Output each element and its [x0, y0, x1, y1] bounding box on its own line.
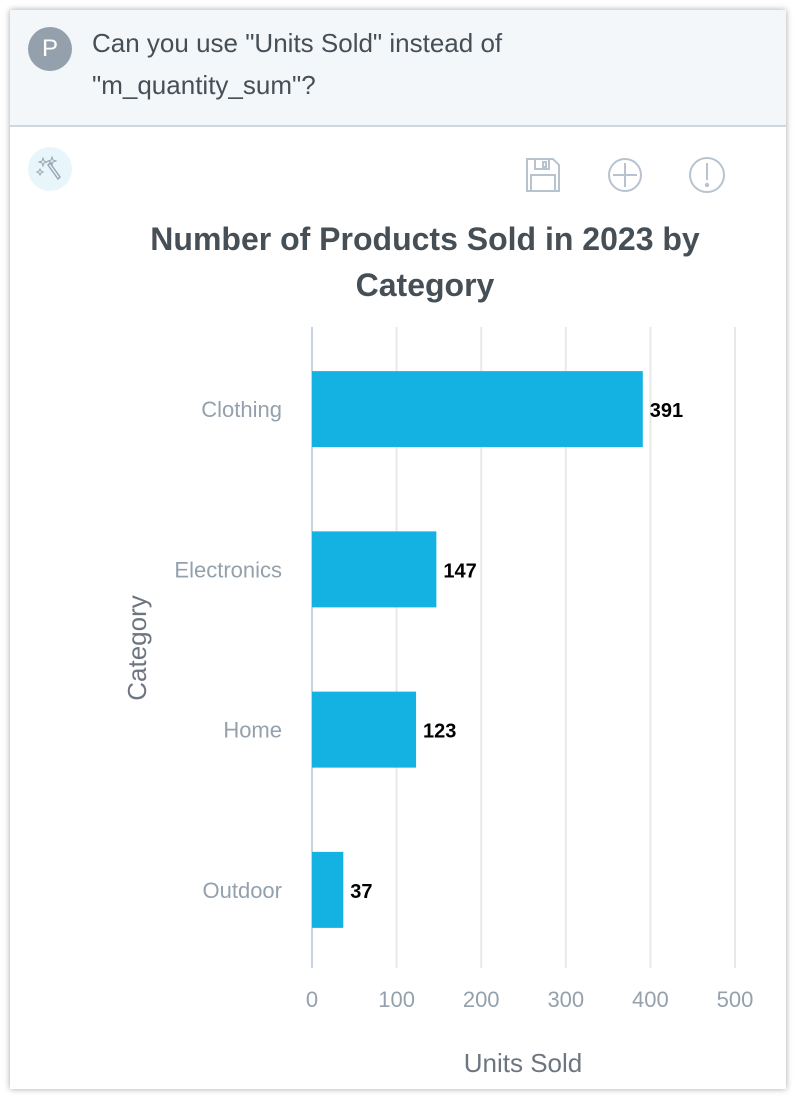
bar-clothing[interactable]: [312, 371, 643, 448]
x-tick-label: 500: [717, 987, 754, 1012]
x-tick-label: 100: [378, 987, 415, 1012]
bar-home[interactable]: [312, 691, 417, 768]
x-tick-label: 400: [632, 987, 669, 1012]
x-axis-label: Units Sold: [464, 1048, 583, 1078]
bar-electronics[interactable]: [312, 531, 437, 608]
x-tick-label: 200: [463, 987, 500, 1012]
category-label: Home: [223, 718, 282, 743]
x-tick-label: 0: [306, 987, 318, 1012]
bar-chart: 391 Clothing 147 Electronics 123 Home 37 Outdoo…: [122, 327, 754, 1078]
data-label: 147: [443, 560, 476, 582]
bar-outdoor[interactable]: [312, 851, 344, 928]
data-label: 37: [350, 881, 372, 903]
category-label: Outdoor: [203, 878, 283, 903]
data-label: 123: [423, 721, 456, 743]
data-label: 391: [650, 400, 683, 422]
category-label: Electronics: [174, 557, 282, 582]
category-label: Clothing: [201, 397, 282, 422]
y-axis-label: Category: [122, 595, 152, 701]
x-tick-label: 300: [547, 987, 584, 1012]
